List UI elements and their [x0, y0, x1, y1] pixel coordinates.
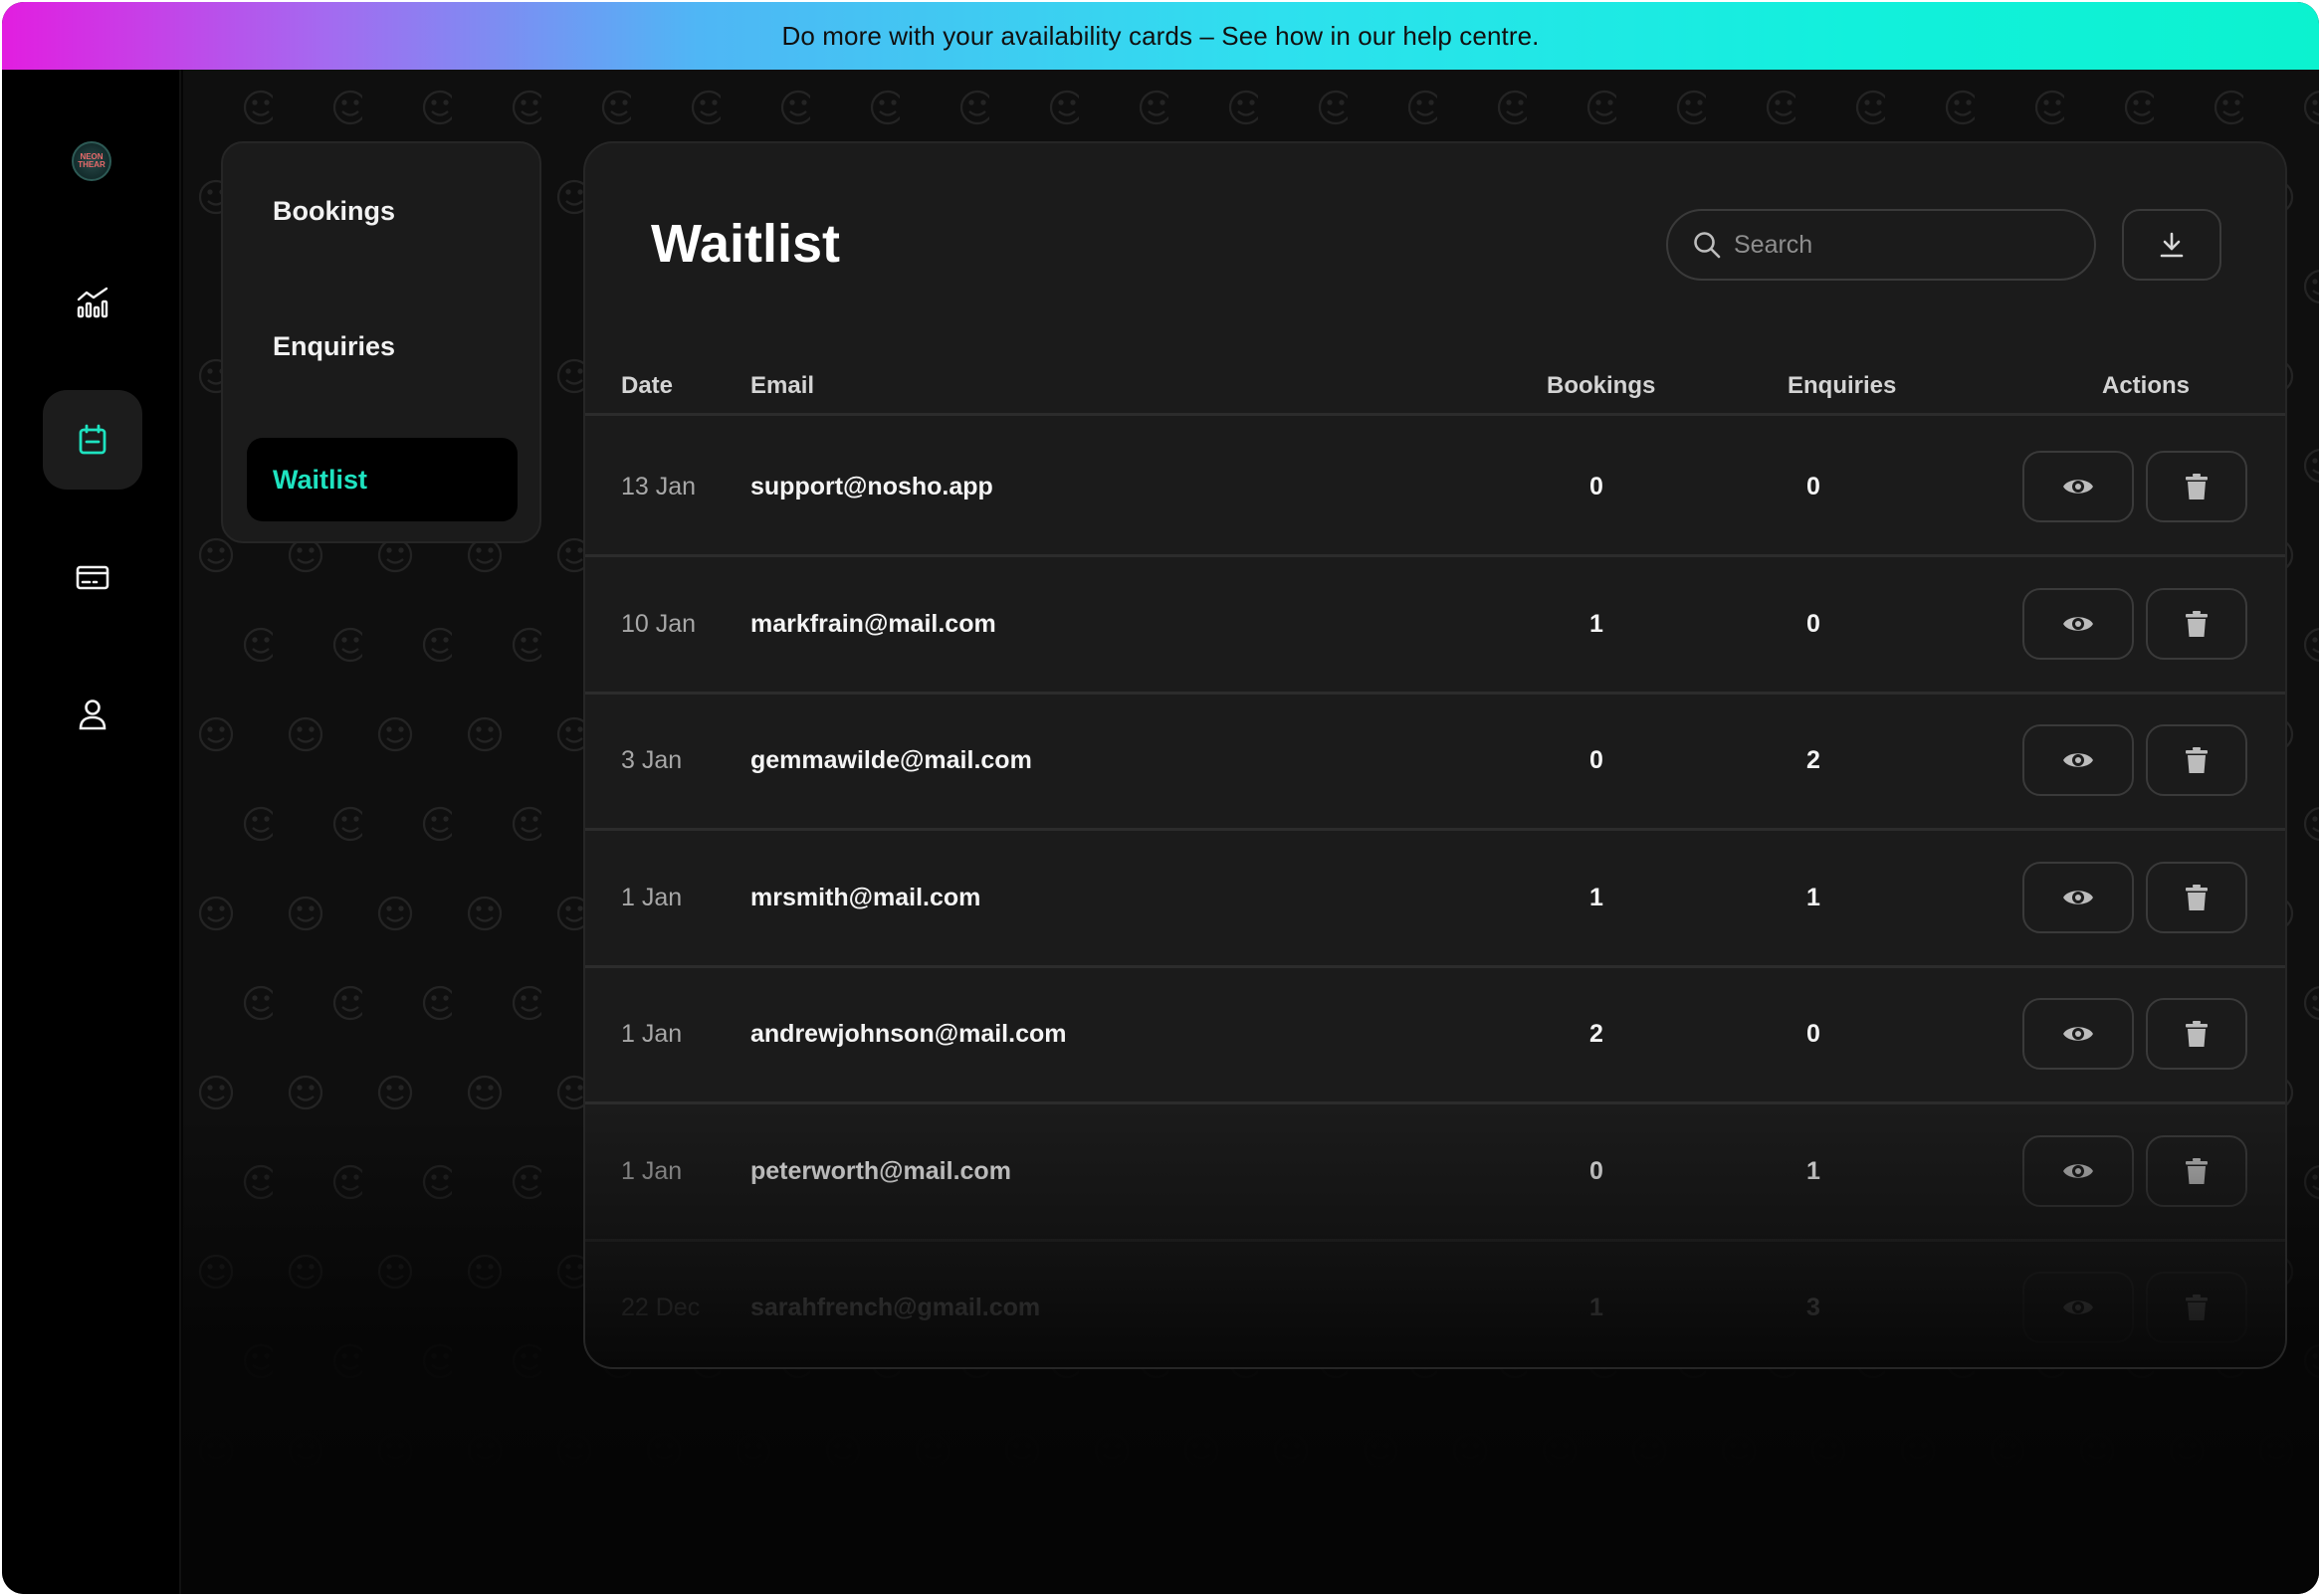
row-enquiries-count: 1 [1806, 1156, 1820, 1185]
search-box[interactable] [1666, 209, 2096, 281]
row-email: peterworth@mail.com [750, 1156, 1011, 1185]
subnav-item-waitlist[interactable]: Waitlist [247, 438, 518, 521]
subnav-item-label: Enquiries [273, 330, 396, 361]
row-date: 1 Jan [621, 1020, 683, 1048]
row-email: markfrain@mail.com [750, 609, 996, 638]
download-icon [2160, 232, 2184, 258]
subnav-item-enquiries[interactable]: Enquiries [247, 304, 518, 388]
row-bookings-count: 0 [1589, 746, 1603, 774]
eye-icon [2063, 480, 2093, 494]
trash-icon [2186, 1157, 2208, 1184]
row-enquiries-count: 0 [1806, 473, 1820, 500]
table-header: Date Email Bookings Enquiries Actions [585, 356, 2285, 416]
row-enquiries-count: 0 [1806, 609, 1820, 638]
table-row[interactable]: 13 Jan support@nosho.app 0 0 [585, 421, 2285, 557]
promo-banner[interactable]: Do more with your availability cards – S… [2, 2, 2319, 70]
row-date: 22 Dec [621, 1294, 701, 1321]
eye-icon [2063, 1300, 2093, 1314]
column-header-enquiries[interactable]: Enquiries [1788, 372, 1896, 400]
table-row[interactable]: 1 Jan andrewjohnson@mail.com 2 0 [585, 968, 2285, 1104]
trash-icon [2186, 884, 2208, 910]
view-button[interactable] [2022, 1272, 2134, 1343]
row-email: support@nosho.app [750, 473, 993, 500]
view-button[interactable] [2022, 587, 2134, 660]
row-bookings-count: 1 [1589, 609, 1603, 638]
column-header-actions: Actions [2102, 372, 2191, 399]
subnav-item-bookings[interactable]: Bookings [247, 169, 518, 253]
table-row[interactable]: 1 Jan mrsmith@mail.com 1 1 [585, 832, 2285, 968]
subnav-item-label: Waitlist [273, 464, 368, 495]
row-email: mrsmith@mail.com [750, 883, 981, 911]
row-bookings-count: 1 [1589, 883, 1603, 911]
calendar-icon [79, 424, 106, 455]
delete-button[interactable] [2146, 1134, 2247, 1207]
search-icon [1694, 232, 1721, 259]
delete-button[interactable] [2146, 1272, 2247, 1343]
credit-card-icon [76, 565, 109, 590]
row-bookings-count: 1 [1589, 1294, 1603, 1321]
waitlist-card: Waitlist Date Email Bookings Enquiries A… [583, 141, 2287, 1369]
row-enquiries-count: 2 [1806, 746, 1820, 774]
sidebar-item-calendar[interactable] [43, 390, 142, 490]
view-button[interactable] [2022, 724, 2134, 796]
row-date: 10 Jan [621, 609, 697, 638]
sidebar-item-payments[interactable] [43, 527, 142, 627]
view-button[interactable] [2022, 998, 2134, 1070]
table-row[interactable]: 3 Jan gemmawilde@mail.com 0 2 [585, 695, 2285, 831]
row-date: 1 Jan [621, 883, 683, 911]
delete-button[interactable] [2146, 587, 2247, 660]
subnav-item-label: Bookings [273, 195, 396, 226]
table-row[interactable]: 22 Dec sarahfrench@gmail.com 1 3 [585, 1242, 2285, 1367]
column-header-bookings[interactable]: Bookings [1547, 372, 1655, 400]
trash-icon [2186, 610, 2208, 637]
row-bookings-count: 2 [1589, 1020, 1603, 1048]
trash-icon [2186, 747, 2208, 773]
row-date: 3 Jan [621, 746, 683, 774]
column-header-email[interactable]: Email [750, 372, 814, 400]
row-date: 1 Jan [621, 1156, 683, 1185]
analytics-chart-icon [77, 287, 108, 318]
search-input[interactable] [1734, 230, 2092, 260]
row-enquiries-count: 0 [1806, 1020, 1820, 1048]
sidebar-item-account[interactable] [43, 665, 142, 764]
eye-icon [2063, 616, 2093, 631]
eye-icon [2063, 753, 2093, 767]
row-bookings-count: 0 [1589, 473, 1603, 500]
trash-icon [2186, 474, 2208, 499]
delete-button[interactable] [2146, 724, 2247, 796]
sidebar-item-analytics[interactable] [43, 253, 142, 352]
promo-banner-text[interactable]: Do more with your availability cards – S… [782, 21, 1540, 52]
view-button[interactable] [2022, 861, 2134, 933]
page-title: Waitlist [651, 214, 841, 274]
row-enquiries-count: 3 [1806, 1294, 1820, 1321]
app-window: Do more with your availability cards – S… [2, 2, 2319, 1594]
table-row[interactable]: 10 Jan markfrain@mail.com 1 0 [585, 558, 2285, 695]
eye-icon [2063, 890, 2093, 904]
trash-icon [2186, 1021, 2208, 1047]
section-subnav: Bookings Enquiries Waitlist [221, 141, 541, 543]
row-email: sarahfrench@gmail.com [750, 1294, 1041, 1321]
row-bookings-count: 0 [1589, 1156, 1603, 1185]
column-header-date[interactable]: Date [621, 372, 673, 400]
eye-icon [2063, 1163, 2093, 1178]
eye-icon [2063, 1027, 2093, 1041]
download-button[interactable] [2122, 209, 2221, 281]
row-date: 13 Jan [621, 473, 697, 500]
row-enquiries-count: 1 [1806, 883, 1820, 911]
trash-icon [2186, 1295, 2208, 1320]
delete-button[interactable] [2146, 998, 2247, 1070]
brand-logo-text: NEON THEAR [78, 152, 106, 169]
delete-button[interactable] [2146, 861, 2247, 933]
icon-sidebar: NEON THEAR [2, 70, 181, 1594]
user-icon [79, 699, 106, 730]
brand-logo[interactable]: NEON THEAR [72, 141, 111, 181]
view-button[interactable] [2022, 1134, 2134, 1207]
delete-button[interactable] [2146, 451, 2247, 522]
table-row[interactable]: 1 Jan peterworth@mail.com 0 1 [585, 1105, 2285, 1242]
row-email: gemmawilde@mail.com [750, 746, 1032, 774]
row-email: andrewjohnson@mail.com [750, 1020, 1067, 1048]
view-button[interactable] [2022, 451, 2134, 522]
